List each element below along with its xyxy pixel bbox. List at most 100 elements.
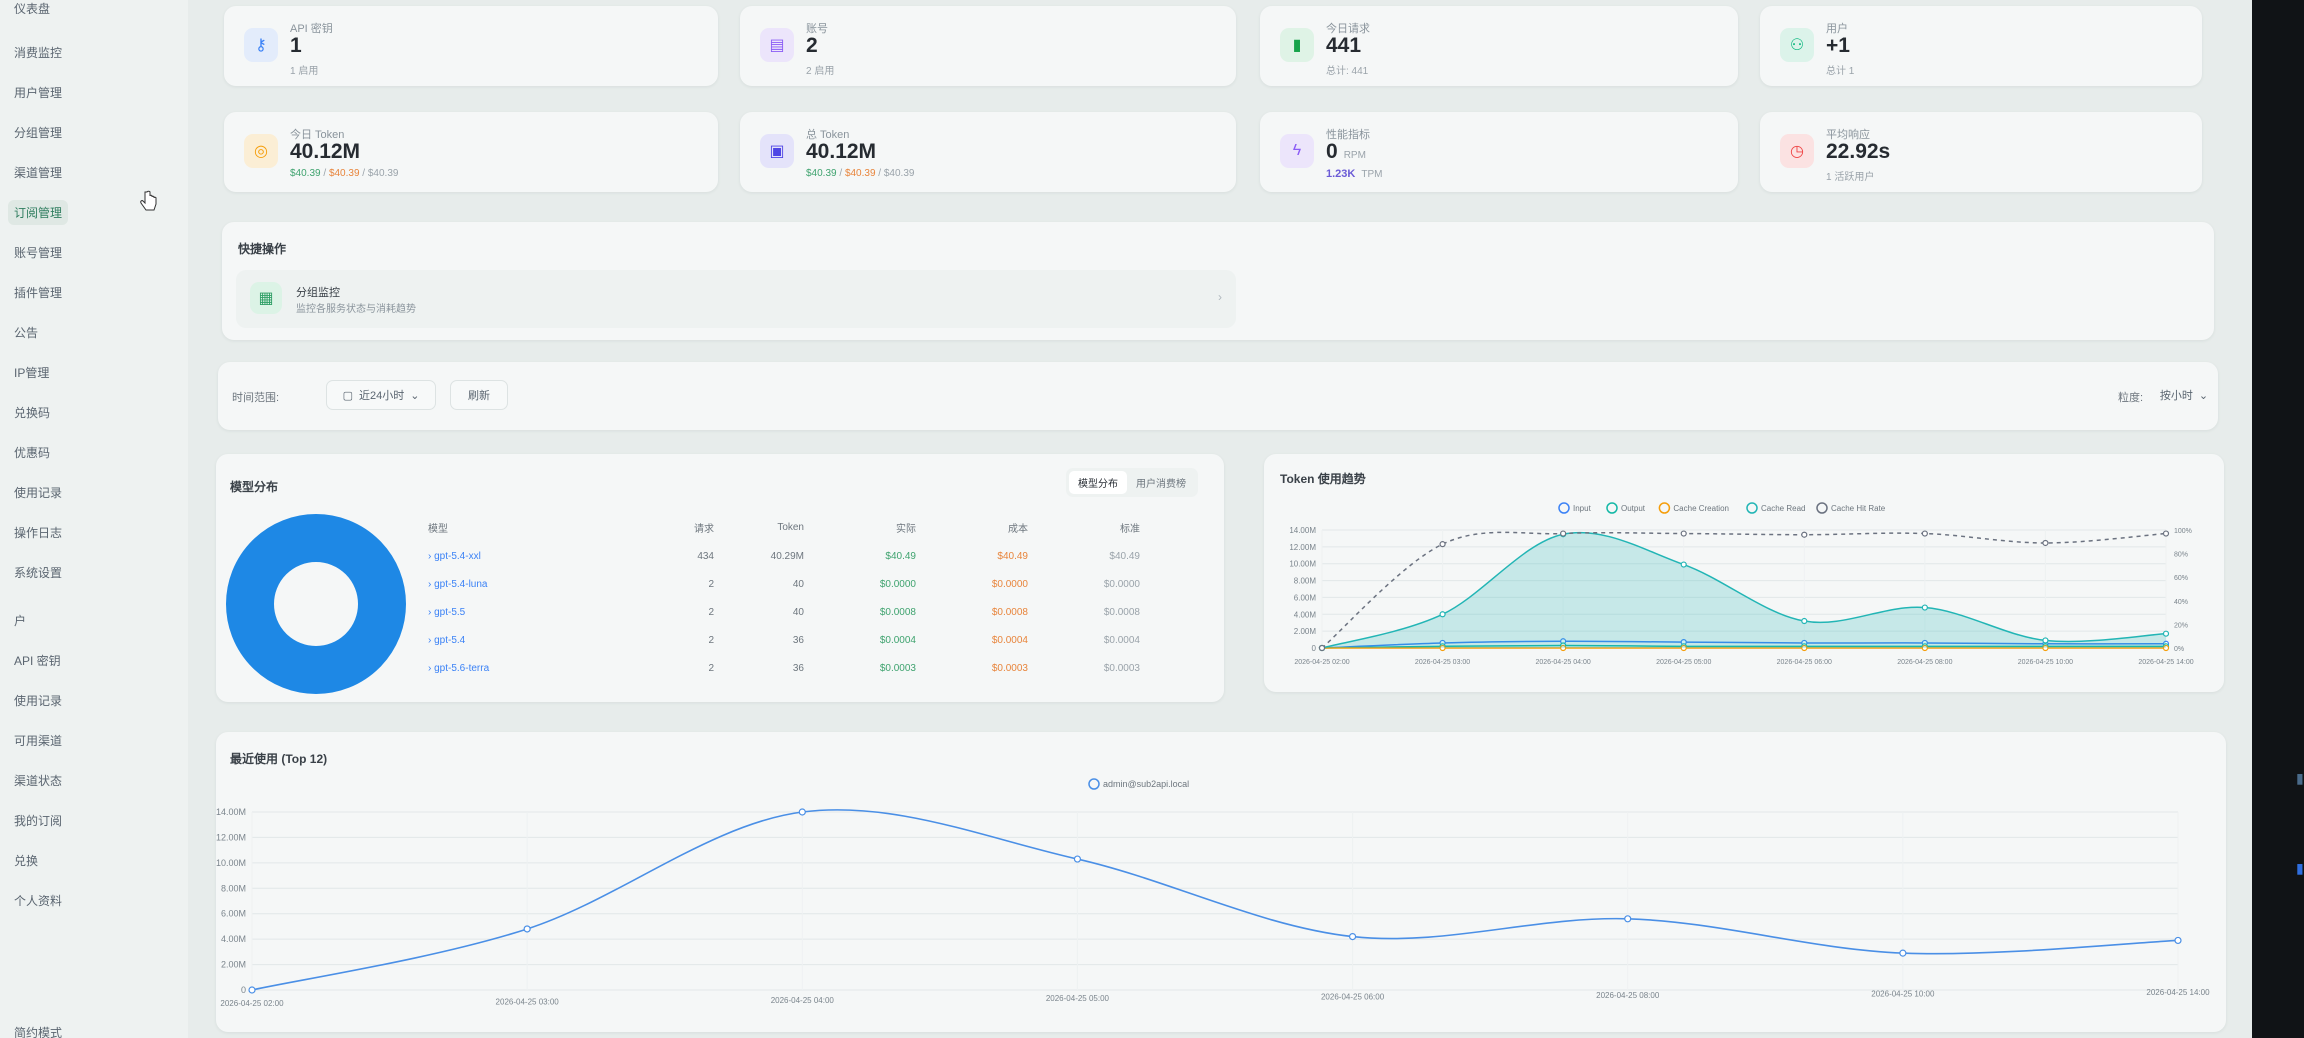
data-point[interactable] xyxy=(1801,531,1808,538)
recent-usage-card: 最近使用 (Top 12) 14.00M 12.00M 10.00M 8.00M 6.0… xyxy=(216,732,2226,1032)
stat-value-number: 22.92s xyxy=(1826,140,1891,163)
legend-item[interactable]: Input xyxy=(1558,502,1592,514)
sidebar-item[interactable]: 兑换码 xyxy=(8,400,56,425)
sidebar-item[interactable]: 渠道状态 xyxy=(8,768,68,793)
stat-sub-strong: 1.23K xyxy=(1326,168,1356,180)
sidebar-item[interactable]: 兑换 xyxy=(8,848,44,873)
sidebar-item[interactable]: 系统设置 xyxy=(8,560,68,585)
data-point[interactable] xyxy=(1801,617,1808,625)
sidebar-item[interactable]: 个人资料 xyxy=(8,888,68,913)
table-cell[interactable]: › gpt-5.4-luna xyxy=(416,570,636,598)
table-cell[interactable]: › gpt-5.4-xxl xyxy=(416,542,636,570)
sidebar-item[interactable]: 公告 xyxy=(8,320,44,345)
data-point[interactable] xyxy=(2174,936,2182,945)
data-point[interactable] xyxy=(1624,915,1632,923)
data-point[interactable] xyxy=(1921,604,1928,611)
data-point[interactable] xyxy=(2042,539,2049,547)
model-table-header: Token xyxy=(777,521,804,533)
x-tick-label: 2026-04-25 14:00 xyxy=(2138,659,2193,666)
data-point[interactable] xyxy=(1680,561,1687,568)
model-table-header: 请求 xyxy=(694,523,714,535)
data-point[interactable] xyxy=(2162,630,2170,637)
stat-sub: 1.23K TPM xyxy=(1326,168,1382,180)
tab-model-distribution[interactable]: 模型分布 xyxy=(1069,471,1127,494)
data-point[interactable] xyxy=(1318,644,1326,652)
sidebar-item[interactable]: 优惠码 xyxy=(8,440,56,465)
x-tick-label: 2026-04-25 04:00 xyxy=(771,996,835,1005)
table-row[interactable]: › gpt-5.6-terra 2 36 $0.0003 $0.0003 $0.0003 xyxy=(416,654,1152,682)
sidebar-item[interactable]: IP管理 xyxy=(8,360,55,385)
stat-sub-part: $40.39 xyxy=(844,168,876,179)
sidebar-item[interactable]: 账号管理 xyxy=(8,240,68,265)
y-tick-label: 6.00M xyxy=(1294,593,1317,602)
grid-icon: ▦ xyxy=(250,282,282,314)
data-point[interactable] xyxy=(1073,855,1082,863)
sidebar-item[interactable]: 仪表盘 xyxy=(8,0,56,21)
sidebar-item[interactable]: 操作日志 xyxy=(8,520,68,545)
stat-value-number: +1 xyxy=(1826,34,1850,57)
table-cell[interactable]: › gpt-5.5 xyxy=(416,598,636,626)
y-tick-label: 14.00M xyxy=(1289,526,1316,535)
table-row[interactable]: › gpt-5.5 2 40 $0.0008 $0.0008 $0.0008 xyxy=(416,598,1152,626)
legend-item[interactable]: admin@sub2api.local xyxy=(1088,778,1189,790)
sidebar-item[interactable]: 户 xyxy=(8,608,32,633)
token-trend-chart: 14.00M 12.00M 10.00M 8.00M 6.00M 4.00M 2.00M 0 1… xyxy=(1289,502,2194,666)
granularity-select[interactable]: 按小时 ⌄ xyxy=(2156,380,2212,410)
stat-value: 22.92s xyxy=(1826,140,1890,164)
stat-sub-part: / xyxy=(320,168,329,179)
data-point[interactable] xyxy=(1348,933,1357,941)
legend-item[interactable]: Cache Creation xyxy=(1658,502,1729,514)
tab-user-ranking[interactable]: 用户消费榜 xyxy=(1127,471,1195,494)
sidebar-item[interactable]: API 密钥 xyxy=(8,648,67,673)
time-range-select[interactable]: ▢ 近24小时 ⌄ xyxy=(326,380,436,410)
data-point[interactable] xyxy=(1899,949,1907,957)
data-point[interactable] xyxy=(523,925,531,933)
table-row[interactable]: › gpt-5.4-xxl 434 40.29M $40.49 $40.49 $40.49 xyxy=(416,542,1152,570)
stat-value-number: 0 xyxy=(1326,140,1338,163)
y-tick-label: 0 xyxy=(1312,644,1317,653)
table-row[interactable]: › gpt-5.4-luna 2 40 $0.0000 $0.0000 $0.0000 xyxy=(416,570,1152,598)
data-point[interactable] xyxy=(1921,530,1928,537)
x-tick-label: 2026-04-25 05:00 xyxy=(1046,994,1110,1003)
sidebar-item[interactable]: 可用渠道 xyxy=(8,728,68,753)
data-point[interactable] xyxy=(2162,530,2170,537)
data-point[interactable] xyxy=(1560,530,1567,537)
sidebar-item[interactable]: 订阅管理 xyxy=(8,200,69,225)
model-distribution-card: 模型分布 模型分布 用户消费榜 模型 请求 Token 实际 成本 标准 › gpt-5.… xyxy=(216,454,1224,702)
legend-item[interactable]: Output xyxy=(1606,502,1646,514)
data-point[interactable] xyxy=(798,808,806,816)
legend-item[interactable]: Cache Hit Rate xyxy=(1816,502,1886,514)
data-point[interactable] xyxy=(1439,541,1446,548)
x-tick-label: 2026-04-25 10:00 xyxy=(2018,659,2073,666)
legend-item[interactable]: Cache Read xyxy=(1746,502,1805,514)
table-row[interactable]: › gpt-5.4 2 36 $0.0004 $0.0004 $0.0004 xyxy=(416,626,1152,654)
stat-sub-part: $40.39 xyxy=(883,168,915,179)
y-tick-label: 12.00M xyxy=(216,832,246,842)
sidebar-item[interactable]: 简约模式 xyxy=(8,1020,68,1038)
data-point[interactable] xyxy=(1439,611,1446,618)
stat-sub-part: $40.39 xyxy=(328,168,360,179)
y-tick-label: 2.00M xyxy=(1294,627,1317,636)
legend-label: Input xyxy=(1573,504,1592,513)
data-point[interactable] xyxy=(248,986,256,994)
quick-action-group-monitor[interactable]: ▦ 分组监控 监控各服务状态与消耗趋势 › xyxy=(236,270,1236,328)
sidebar-item[interactable]: 使用记录 xyxy=(8,480,68,505)
sidebar-item[interactable]: 消费监控 xyxy=(8,40,68,65)
sidebar-item[interactable]: 渠道管理 xyxy=(8,160,68,185)
sidebar-item[interactable]: 用户管理 xyxy=(8,80,68,105)
x-tick-label: 2026-04-25 04:00 xyxy=(1536,659,1591,666)
sidebar-item[interactable]: 使用记录 xyxy=(8,688,68,713)
granularity-label: 粒度: xyxy=(2118,392,2144,404)
stat-sub: 1 活跃用户 xyxy=(1826,168,1874,183)
y-tick-label: 8.00M xyxy=(1294,577,1317,586)
table-cell[interactable]: › gpt-5.6-terra xyxy=(416,654,636,682)
refresh-button[interactable]: 刷新 xyxy=(450,380,508,410)
donut-slice-gpt-5.4-xxl[interactable] xyxy=(226,514,406,694)
data-point[interactable] xyxy=(2042,637,2049,644)
sidebar-item[interactable]: 我的订阅 xyxy=(8,808,68,833)
table-cell[interactable]: › gpt-5.4 xyxy=(416,626,636,654)
sidebar-item[interactable]: 插件管理 xyxy=(8,280,68,305)
sidebar-item[interactable]: 分组管理 xyxy=(8,120,68,145)
stat-value-number: 1 xyxy=(290,34,302,57)
data-point[interactable] xyxy=(1680,530,1687,537)
